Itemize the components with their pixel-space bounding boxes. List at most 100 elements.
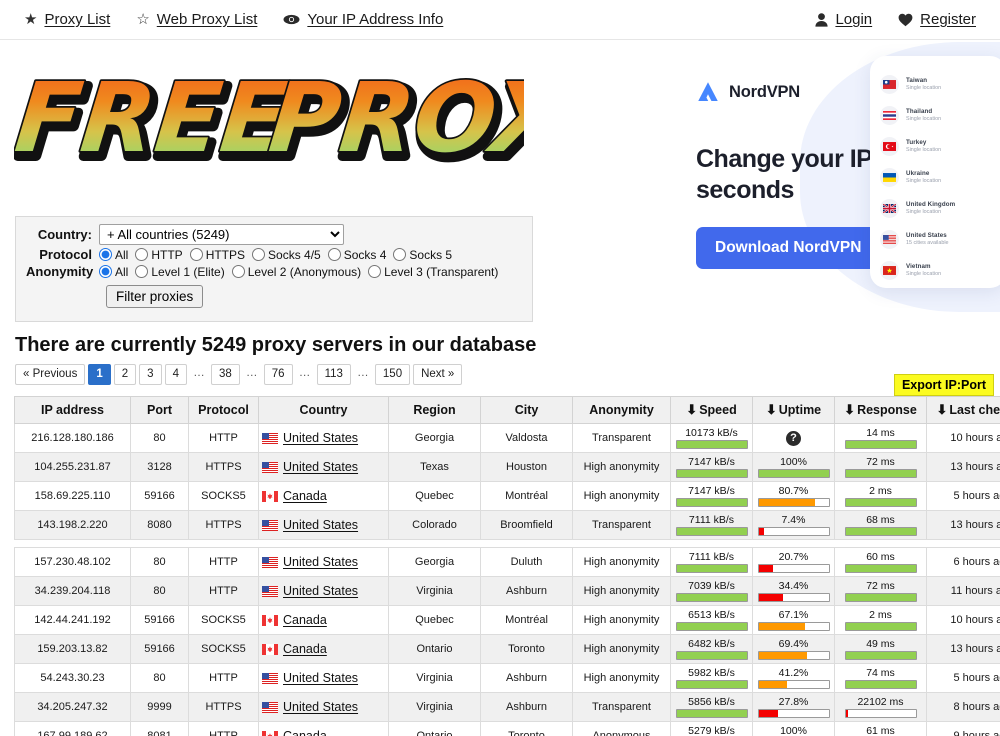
speed-value: 6513 kB/s [688, 608, 735, 621]
pagination-ellipsis: … [357, 367, 369, 379]
nav-link-web-proxy-list[interactable]: ☆ Web Proxy List [136, 11, 257, 28]
country-select[interactable]: + All countries (5249) [99, 224, 344, 245]
protocol-option-http[interactable]: HTTP [135, 248, 183, 262]
protocol-radio[interactable] [393, 248, 407, 261]
pagination-page-3[interactable]: 3 [139, 364, 162, 385]
country-link[interactable]: United States [283, 518, 358, 532]
response-bar [844, 497, 917, 507]
cell-uptime: 69.4% [752, 634, 835, 664]
cell-protocol: HTTP [188, 721, 259, 736]
speed-bar [675, 497, 748, 507]
response-value: 61 ms [866, 724, 895, 736]
speed-value: 6482 kB/s [688, 637, 735, 650]
protocol-radio[interactable] [135, 248, 149, 261]
cell-country: United States [258, 692, 389, 722]
response-metric: 68 ms [838, 513, 923, 536]
country-link[interactable]: United States [283, 460, 358, 474]
column-header-uptime[interactable]: ⬇ Uptime [752, 396, 835, 424]
flag-united-kingdom-icon [880, 198, 899, 218]
protocol-option-all[interactable]: All [99, 248, 128, 262]
protocol-option-socks-5[interactable]: Socks 5 [393, 248, 452, 262]
country-link[interactable]: United States [283, 584, 358, 598]
site-logo[interactable]: FREE FREE PROXY PROXY [14, 44, 524, 206]
anonymity-option-label: Level 1 (Elite) [151, 264, 225, 279]
nav-link-login[interactable]: Login [815, 11, 872, 28]
anonymity-option-level-2-anonymous[interactable]: Level 2 (Anonymous) [231, 265, 361, 279]
speed-bar [675, 563, 748, 573]
table-row: 34.239.204.118 80 HTTP United States Virgini… [14, 576, 1000, 606]
speed-metric: 6482 kB/s [674, 637, 749, 660]
anonymity-radio[interactable] [231, 265, 245, 278]
ad-location-item: Turkey Single location [880, 133, 1000, 159]
response-bar [844, 592, 917, 602]
ad-download-button[interactable]: Download NordVPN [696, 227, 881, 269]
country-link[interactable]: Canada [283, 642, 327, 656]
pagination-next-button[interactable]: Next » [413, 364, 463, 385]
protocol-radio[interactable] [252, 248, 266, 261]
flag-ca-icon [262, 730, 278, 736]
anonymity-radio[interactable] [368, 265, 382, 278]
protocol-option-socks-4-5[interactable]: Socks 4/5 [252, 248, 321, 262]
pagination-previous-button[interactable]: « Previous [15, 364, 86, 385]
uptime-bar [757, 708, 830, 718]
uptime-bar [757, 621, 830, 631]
protocol-option-socks-4[interactable]: Socks 4 [327, 247, 387, 262]
cell-country: United States [258, 547, 389, 577]
uptime-value: 20.7% [778, 550, 809, 563]
pagination-page-150[interactable]: 150 [374, 364, 411, 385]
flag-us-icon [262, 672, 278, 684]
pagination-page-2[interactable]: 2 [113, 364, 137, 385]
table-section-separator [14, 539, 1000, 548]
country-link[interactable]: United States [283, 671, 358, 685]
anonymity-radio[interactable] [135, 265, 149, 278]
pagination-ellipsis: … [298, 367, 311, 379]
nav-link-your-ip-address-info[interactable]: Your IP Address Info [283, 11, 443, 28]
anonymity-option-level-3-transparent[interactable]: Level 3 (Transparent) [368, 265, 498, 279]
uptime-metric: 80.7% [756, 485, 831, 507]
response-value: 68 ms [866, 513, 895, 526]
ad-location-item: United States 15 cities available [880, 226, 1000, 252]
filter-proxies-button[interactable]: Filter proxies [106, 285, 204, 308]
pagination-page-4[interactable]: 4 [164, 364, 187, 385]
anonymity-radio[interactable] [99, 265, 112, 278]
cell-response: 61 ms [834, 721, 927, 736]
protocol-radio[interactable] [189, 248, 203, 261]
country-link[interactable]: Canada [283, 729, 327, 736]
country-link[interactable]: United States [283, 431, 358, 445]
speed-value: 5856 kB/s [688, 695, 735, 708]
nav-link-proxy-list[interactable]: ★ Proxy List [24, 11, 110, 28]
ad-location-country: Ukraine [906, 169, 930, 177]
speed-bar [675, 708, 748, 718]
pagination-page-38[interactable]: 38 [210, 364, 240, 385]
ad-location-country: Thailand [906, 107, 933, 115]
nordvpn-ad-banner[interactable]: NordVPN Change your IP in seconds Downlo… [662, 42, 1000, 312]
protocol-radio[interactable] [327, 248, 341, 261]
pagination: « Previous 1 2 3 4 … 38 … 76 … 113 … 150 Next » [15, 364, 465, 385]
protocol-radio[interactable] [99, 248, 112, 261]
pagination-page-113[interactable]: 113 [316, 364, 351, 385]
account-nav-links: Login Register [815, 11, 1000, 28]
eye-icon [283, 14, 300, 25]
country-link[interactable]: Canada [283, 613, 327, 627]
pagination-page-1[interactable]: 1 [88, 364, 111, 385]
export-ip-port-button[interactable]: Export IP:Port [893, 374, 994, 396]
country-link[interactable]: Canada [283, 489, 327, 503]
response-metric: 74 ms [838, 667, 923, 689]
column-header-response[interactable]: ⬇ Response [834, 396, 927, 424]
cell-response: 74 ms [834, 663, 927, 693]
protocol-option-https[interactable]: HTTPS [189, 248, 245, 262]
column-header-last-checked[interactable]: ⬇Last checked [926, 396, 1000, 424]
protocol-option-label: Socks 4 [343, 247, 387, 262]
column-header-speed[interactable]: ⬇ Speed [670, 396, 753, 424]
pagination-page-76[interactable]: 76 [263, 364, 293, 385]
column-header-protocol: Protocol [188, 396, 259, 424]
anonymity-option-level-1-elite[interactable]: Level 1 (Elite) [135, 264, 225, 279]
cell-port: 3128 [130, 452, 189, 482]
country-link[interactable]: United States [283, 700, 358, 714]
nav-link-register[interactable]: Register [898, 11, 976, 28]
cell-uptime: 7.4% [752, 510, 835, 540]
country-link[interactable]: United States [283, 555, 358, 569]
column-header-label: Country [299, 403, 348, 417]
cell-uptime: 27.8% [752, 692, 835, 722]
anonymity-option-all[interactable]: All [99, 265, 128, 279]
